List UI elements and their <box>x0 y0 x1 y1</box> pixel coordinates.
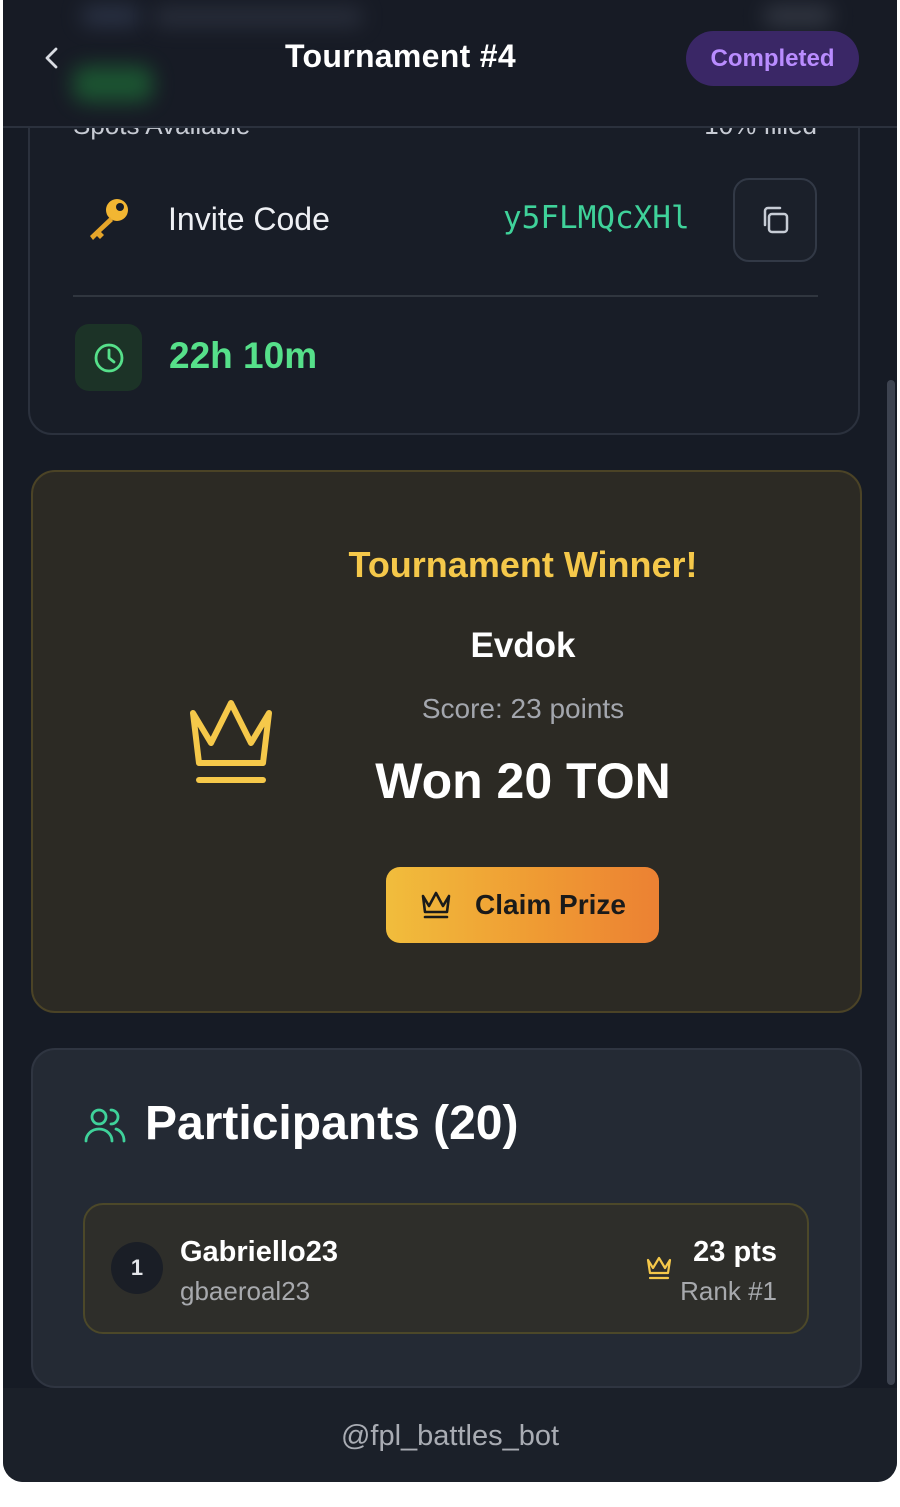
page-title: Tournament #4 <box>285 38 516 74</box>
blurred-content <box>763 6 833 26</box>
winner-score: Score: 23 points <box>421 693 625 724</box>
bot-handle: @fpl_battles_bot <box>340 1420 560 1452</box>
crown-icon <box>190 700 272 783</box>
blurred-content <box>153 8 363 26</box>
winner-name: Evdok <box>470 626 576 665</box>
blurred-content <box>81 6 141 26</box>
copy-icon <box>763 206 789 234</box>
divider <box>73 295 818 297</box>
participant-points: 23 pts <box>693 1236 777 1268</box>
scrollbar[interactable] <box>887 380 895 1385</box>
winner-prize: Won 20 TON <box>375 753 671 809</box>
copy-invite-code-button[interactable] <box>733 178 817 262</box>
app-window: Spots Available 10% filled Invite Code y… <box>3 0 897 1482</box>
crown-icon <box>646 1256 672 1280</box>
invite-code-label: Invite Code <box>168 201 330 237</box>
blurred-content <box>73 66 153 102</box>
crown-icon <box>421 891 451 919</box>
chevron-left-icon[interactable] <box>40 44 64 72</box>
invite-code-value: y5FLMQcXHl <box>503 200 690 236</box>
rank-number: 1 <box>111 1242 163 1294</box>
participant-username: gbaeroal23 <box>180 1276 311 1306</box>
claim-prize-button[interactable]: Claim Prize <box>386 867 659 943</box>
status-badge: Completed <box>686 31 859 86</box>
participant-name: Gabriello23 <box>180 1236 338 1268</box>
users-icon <box>84 1108 126 1143</box>
participants-title: Participants (20) <box>145 1097 519 1150</box>
winner-title: Tournament Winner! <box>348 544 698 585</box>
countdown-timer: 22h 10m <box>169 335 318 376</box>
claim-prize-label: Claim Prize <box>475 889 626 920</box>
key-icon <box>90 199 128 240</box>
participant-rank: Rank #1 <box>680 1276 777 1306</box>
clock-icon <box>94 343 123 372</box>
top-header: Tournament #4 Completed <box>3 0 897 128</box>
countdown-icon-box <box>75 324 142 391</box>
